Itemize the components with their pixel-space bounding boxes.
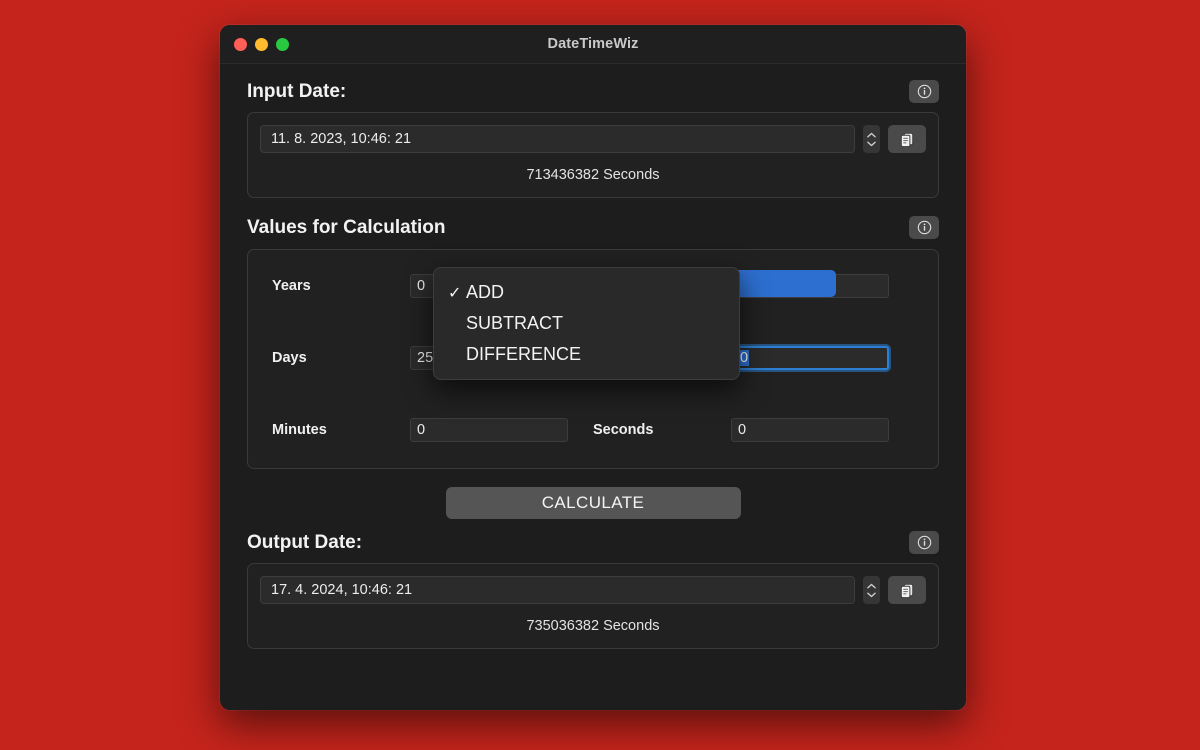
mode-dropdown-menu: ✓ ADD SUBTRACT DIFFERENCE [433, 267, 740, 380]
output-date-header: Output Date: [247, 531, 939, 554]
checkmark-icon: ✓ [448, 284, 462, 302]
seconds-cell: Seconds 0 [593, 418, 914, 442]
values-header: Values for Calculation [247, 216, 939, 239]
output-copy-button[interactable] [888, 576, 926, 604]
menu-item-add-label: ADD [466, 282, 505, 302]
window-titlebar: DateTimeWiz [220, 25, 966, 64]
hours-input-value: 0 [739, 350, 750, 366]
chevron-up-icon [867, 583, 876, 588]
input-date-row: 11. 8. 2023, 10:46: 21 [248, 113, 938, 153]
window-title: DateTimeWiz [547, 36, 639, 52]
output-seconds-label: 735036382 Seconds [526, 618, 660, 634]
mode-popup-button[interactable] [726, 270, 836, 297]
input-seconds-label: 713436382 Seconds [526, 167, 660, 183]
days-label: Days [272, 350, 307, 366]
chevron-up-icon [867, 132, 876, 137]
years-label: Years [272, 278, 311, 294]
traffic-light-group [220, 37, 289, 51]
info-circle-icon [917, 535, 931, 550]
output-date-stepper[interactable] [863, 576, 880, 604]
input-date-title: Input Date: [247, 80, 347, 102]
input-date-field[interactable]: 11. 8. 2023, 10:46: 21 [260, 125, 855, 153]
input-date-stepper[interactable] [863, 125, 880, 153]
minutes-label: Minutes [272, 422, 327, 438]
menu-item-difference-label: DIFFERENCE [466, 344, 582, 364]
output-date-field[interactable]: 17. 4. 2024, 10:46: 21 [260, 576, 855, 604]
mode-info-icon-button[interactable] [909, 216, 939, 239]
output-date-title: Output Date: [247, 531, 363, 553]
chevron-down-icon [867, 141, 876, 146]
input-date-group: 11. 8. 2023, 10:46: 21 713436382 Seconds [247, 112, 939, 198]
minutes-input[interactable]: 0 [410, 418, 568, 442]
maximize-window-button[interactable] [276, 37, 289, 51]
output-date-row: 17. 4. 2024, 10:46: 21 [248, 564, 938, 604]
input-date-header: Input Date: [247, 80, 939, 103]
menu-item-difference[interactable]: DIFFERENCE [434, 339, 739, 370]
hours-input[interactable]: 0 [731, 346, 889, 370]
info-circle-icon [917, 220, 931, 235]
input-copy-button[interactable] [888, 125, 926, 153]
output-info-icon-button[interactable] [909, 531, 939, 554]
copy-pages-icon [900, 583, 913, 598]
seconds-label: Seconds [593, 422, 654, 438]
input-info-icon-button[interactable] [909, 80, 939, 103]
menu-item-subtract-label: SUBTRACT [466, 313, 564, 333]
values-title: Values for Calculation [247, 216, 446, 238]
close-window-button[interactable] [234, 37, 247, 51]
calculate-button[interactable]: CALCULATE [445, 487, 741, 519]
window-content: Input Date: 11. 8. 2023, 10:46: 21 71343… [220, 64, 966, 710]
output-date-group: 17. 4. 2024, 10:46: 21 735036382 Seconds [247, 563, 939, 649]
minutes-cell: Minutes 0 [272, 418, 593, 442]
menu-item-add[interactable]: ✓ ADD [434, 277, 739, 308]
chevron-down-icon [867, 592, 876, 597]
minimize-window-button[interactable] [255, 37, 268, 51]
info-circle-icon [917, 84, 931, 99]
values-row-3: Minutes 0 Seconds 0 [272, 412, 914, 448]
copy-pages-icon [900, 132, 913, 147]
seconds-input[interactable]: 0 [731, 418, 889, 442]
app-window: DateTimeWiz Input Date: 11. 8. 2023, 10:… [220, 25, 966, 710]
menu-item-subtract[interactable]: SUBTRACT [434, 308, 739, 339]
